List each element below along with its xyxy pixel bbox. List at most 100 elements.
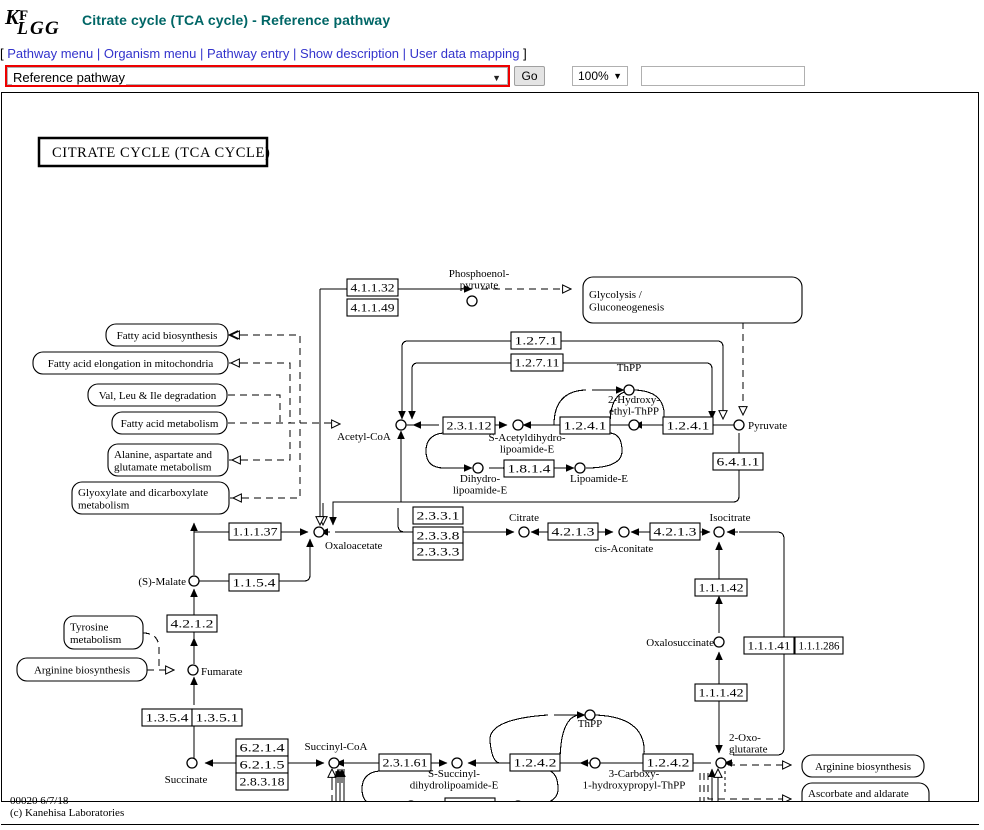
compound-pyruvate[interactable]: Pyruvate: [733, 419, 787, 432]
compound-fumarate[interactable]: Fumarate: [187, 664, 243, 678]
kegg-logo-icon[interactable]: K F L G G: [4, 4, 66, 40]
enzyme-label: 1.2.7.1: [515, 336, 558, 348]
enzyme-box-ec-2-3-3-1[interactable]: 2.3.3.1: [412, 506, 464, 525]
compound-node-icon: [713, 636, 725, 648]
enzyme-box-ec-1-1-1-41[interactable]: 1.1.1.41: [743, 636, 795, 655]
enzyme-box-ec-2-3-3-8[interactable]: 2.3.3.8: [412, 526, 464, 545]
pathway-link-ascorbate-aldarate-metabolism[interactable]: Ascorbate and aldaratemetabolism: [801, 782, 930, 801]
pathway-link-fatty-acid-metabolism[interactable]: Fatty acid metabolism: [111, 411, 228, 435]
search-input[interactable]: [641, 66, 805, 86]
pathway-link-arginine-biosynthesis-left[interactable]: Arginine biosynthesis: [16, 657, 148, 682]
enzyme-box-ec-1-2-7-1[interactable]: 1.2.7.1: [510, 331, 562, 350]
enzyme-boxes: 4.1.1.32 4.1.1.49 1.2.7.1 1.2.7.11 2.3.1.12 1…: [141, 278, 844, 801]
enzyme-label: 1.2.7.11: [515, 358, 560, 370]
pathway-link-val-leu-ile-degradation-top[interactable]: Val, Leu & Ile degradation: [87, 383, 228, 407]
enzyme-label: 4.1.1.49: [351, 303, 395, 315]
enzyme-box-ec-1-2-4-1-b[interactable]: 1.2.4.1: [662, 416, 714, 435]
enzyme-box-ec-4-2-1-3-b[interactable]: 4.2.1.3: [649, 522, 701, 541]
enzyme-box-ec-6-2-1-5[interactable]: 6.2.1.5: [235, 755, 289, 774]
pathway-canvas[interactable]: CITRATE CYCLE (TCA CYCLE) Fatty acid bio…: [1, 92, 979, 802]
enzyme-box-ec-1-1-1-286[interactable]: 1.1.1.286: [794, 636, 844, 655]
pathway-link-tyrosine-metabolism[interactable]: Tyrosinemetabolism: [63, 615, 144, 650]
compound-label: 2-Hydroxy-: [608, 394, 660, 406]
compound-phosphoenolpyruvate[interactable]: Phosphoenol-pyruvate: [449, 268, 510, 307]
compound-cis-aconitate[interactable]: cis-Aconitate: [595, 526, 654, 555]
enzyme-box-ec-1-8-1-4-top[interactable]: 1.8.1.4: [503, 459, 555, 478]
enzyme-box-ec-1-1-1-42-top[interactable]: 1.1.1.42: [694, 578, 748, 597]
enzyme-box-ec-1-1-1-42-bottom[interactable]: 1.1.1.42: [694, 683, 748, 702]
compound-label: Succinyl-CoA: [305, 741, 368, 753]
compound-label: Acetyl-CoA: [337, 431, 391, 443]
nav-link-pathway-menu[interactable]: Pathway menu: [7, 46, 93, 61]
enzyme-box-ec-1-8-1-4-bottom[interactable]: 1.8.1.4: [444, 797, 496, 801]
zoom-select-value: 100%: [578, 69, 609, 83]
compound-node-icon: [186, 757, 198, 769]
enzyme-box-ec-1-3-5-4[interactable]: 1.3.5.4: [141, 708, 193, 727]
pathway-link-label: Gluconeogenesis: [589, 301, 664, 313]
enzyme-box-ec-1-2-4-1-a[interactable]: 1.2.4.1: [559, 416, 611, 435]
compound-succinate[interactable]: Succinate: [165, 757, 208, 786]
enzyme-label: 1.1.1.286: [799, 641, 840, 653]
enzyme-box-ec-1-1-1-37[interactable]: 1.1.1.37: [228, 522, 282, 541]
zoom-select[interactable]: 100% ▼: [572, 66, 628, 86]
compound-acetyl-coa[interactable]: Acetyl-CoA: [337, 419, 407, 443]
enzyme-label: 1.1.1.42: [699, 688, 744, 700]
svg-text:G: G: [30, 18, 44, 39]
compound-label: lipoamide-E: [500, 444, 555, 456]
compound-label: Dihydro-: [460, 473, 501, 485]
compound-label: S-Acetyldihydro-: [489, 432, 566, 444]
enzyme-box-ec-6-2-1-4[interactable]: 6.2.1.4: [235, 738, 289, 757]
enzyme-label: 1.1.5.4: [233, 578, 276, 590]
compound-s-malate[interactable]: (S)-Malate: [138, 575, 200, 588]
nav-link-user-data-mapping[interactable]: User data mapping: [410, 46, 520, 61]
enzyme-box-ec-2-8-3-18[interactable]: 2.8.3.18: [235, 772, 289, 791]
enzyme-label: 1.1.1.42: [699, 583, 744, 595]
page-title: Citrate cycle (TCA cycle) - Reference pa…: [82, 12, 391, 28]
enzyme-label: 2.3.3.1: [417, 511, 460, 523]
enzyme-label: 1.1.1.37: [233, 527, 278, 539]
enzyme-box-ec-1-2-7-11-top[interactable]: 1.2.7.11: [510, 353, 564, 372]
compound-thpp-bottom[interactable]: ThPP: [578, 709, 602, 730]
compound-citrate[interactable]: Citrate: [509, 512, 539, 538]
organism-select-highlight: Reference pathway ▼: [5, 65, 510, 87]
pathway-link-arginine-biosynthesis-right[interactable]: Arginine biosynthesis: [801, 754, 925, 778]
pathway-link-label: glutamate metabolism: [114, 461, 212, 473]
enzyme-box-ec-1-3-5-1[interactable]: 1.3.5.1: [191, 708, 243, 727]
compound-label: 1-hydroxypropyl-ThPP: [583, 780, 686, 792]
compound-label: lipoamide-E: [453, 485, 508, 497]
pathway-link-glycolysis-gluconeogenesis[interactable]: Glycolysis /Gluconeogenesis: [582, 276, 803, 324]
pathway-link-label: metabolism: [808, 800, 860, 801]
compound-oxalosuccinate[interactable]: Oxalosuccinate: [646, 636, 725, 649]
enzyme-box-ec-6-4-1-1[interactable]: 6.4.1.1: [712, 452, 764, 471]
nav-link-pathway-entry[interactable]: Pathway entry: [207, 46, 289, 61]
enzyme-box-ec-1-1-5-4[interactable]: 1.1.5.4: [228, 573, 280, 592]
pathway-link-label: metabolism: [70, 634, 122, 646]
pathway-link-label: Val, Leu & Ile degradation: [99, 390, 217, 402]
compound-label: 2-Oxo-: [729, 732, 761, 744]
enzyme-box-ec-4-2-1-2[interactable]: 4.2.1.2: [166, 614, 218, 633]
enzyme-box-ec-4-2-1-3-a[interactable]: 4.2.1.3: [547, 522, 599, 541]
go-button[interactable]: Go: [514, 66, 545, 86]
enzyme-box-ec-2-3-1-12[interactable]: 2.3.1.12: [442, 416, 496, 435]
enzyme-box-ec-1-2-4-2-a[interactable]: 1.2.4.2: [509, 753, 561, 772]
compound-isocitrate[interactable]: Isocitrate: [710, 512, 751, 538]
compound-oxaloacetate[interactable]: Oxaloacetate: [313, 526, 383, 552]
compound-succinyl-coa[interactable]: Succinyl-CoA: [305, 741, 368, 769]
pathway-link-fatty-acid-elongation-mitochondria[interactable]: Fatty acid elongation in mitochondria: [32, 351, 229, 375]
organism-select[interactable]: Reference pathway ▼: [7, 67, 508, 85]
enzyme-box-ec-2-3-3-3[interactable]: 2.3.3.3: [412, 542, 464, 561]
enzyme-box-ec-4-1-1-49[interactable]: 4.1.1.49: [346, 298, 399, 317]
map-title: CITRATE CYCLE (TCA CYCLE): [52, 145, 270, 161]
compound-2-oxoglutarate[interactable]: 2-Oxo-glutarate: [715, 732, 768, 769]
map-id-date: 00020 6/7/18: [10, 795, 69, 807]
compound-lipoamide-e-top[interactable]: Lipoamide-E: [570, 462, 628, 485]
nav-separator-3: |: [293, 46, 297, 61]
chevron-down-icon: ▼: [492, 73, 501, 83]
pathway-link-alanine-aspartate-glutamate-metabolism-left[interactable]: Alanine, aspartate andglutamate metaboli…: [107, 443, 229, 477]
nav-link-show-description[interactable]: Show description: [300, 46, 399, 61]
enzyme-box-ec-2-3-1-61[interactable]: 2.3.1.61: [378, 753, 432, 772]
enzyme-box-ec-4-1-1-32[interactable]: 4.1.1.32: [346, 278, 399, 297]
pathway-link-glyoxylate-dicarboxylate-metabolism[interactable]: Glyoxylate and dicarboxylatemetabolism: [71, 481, 230, 515]
pathway-link-fatty-acid-biosynthesis[interactable]: Fatty acid biosynthesis: [105, 323, 229, 347]
nav-link-organism-menu[interactable]: Organism menu: [104, 46, 196, 61]
